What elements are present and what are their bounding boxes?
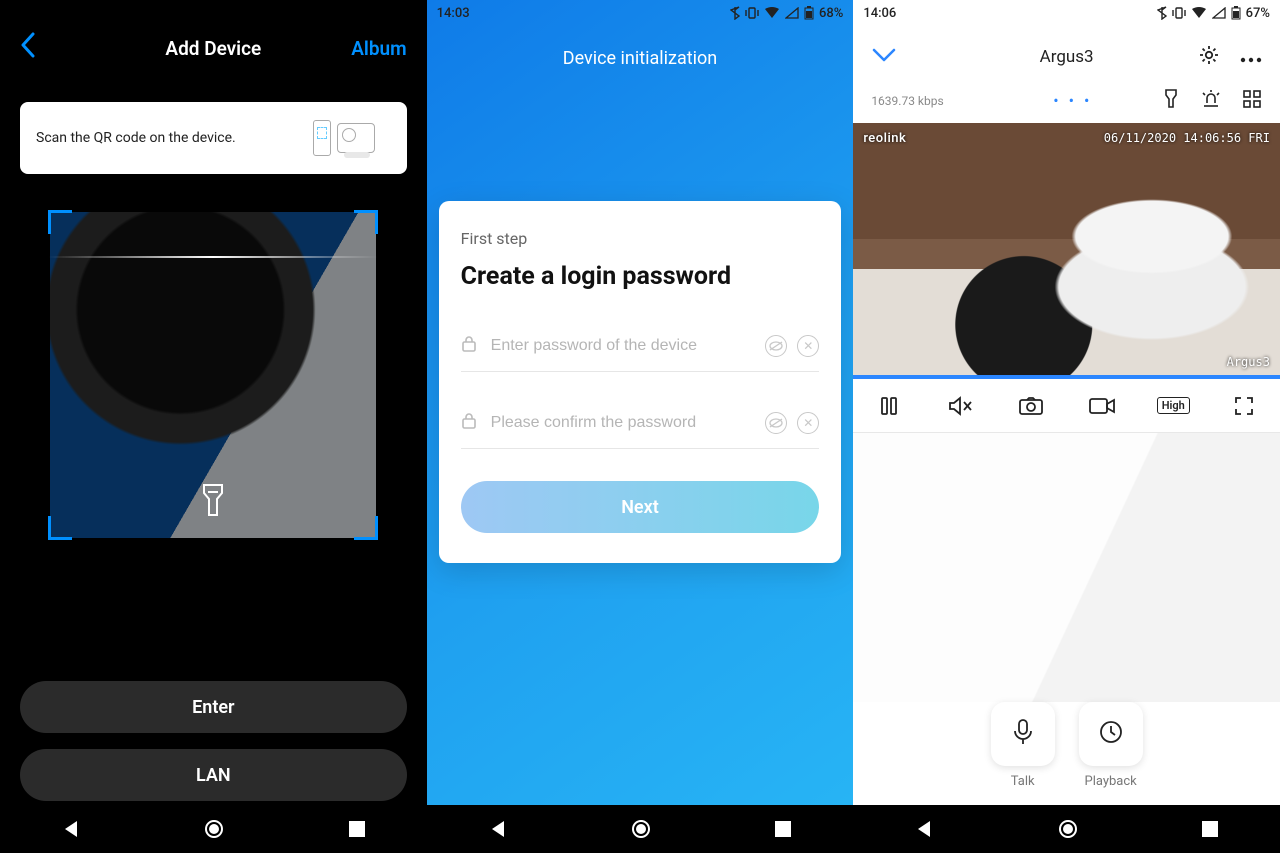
scan-tip-card: Scan the QR code on the device.	[20, 102, 407, 174]
nav-back-icon[interactable]	[914, 819, 934, 839]
vibrate-icon	[745, 7, 759, 19]
live-video[interactable]: reolink 06/11/2020 14:06:56 FRI Argus3	[853, 123, 1280, 379]
lock-icon	[461, 335, 479, 357]
control-bar: High	[853, 379, 1280, 433]
bitrate-label: 1639.73 kbps	[871, 94, 943, 108]
nav-recent-icon[interactable]	[348, 820, 366, 838]
tip-text: Scan the QR code on the device.	[36, 130, 236, 146]
status-battery: 68%	[819, 6, 843, 21]
nav-home-icon[interactable]	[1057, 818, 1079, 840]
nav-home-icon[interactable]	[630, 818, 652, 840]
lan-button[interactable]: LAN	[20, 749, 407, 801]
status-battery: 67%	[1246, 6, 1270, 21]
clear-input-icon[interactable]: ✕	[797, 412, 819, 434]
frame-corner-icon	[354, 516, 378, 540]
clear-input-icon[interactable]: ✕	[797, 335, 819, 357]
nav-home-icon[interactable]	[203, 818, 225, 840]
status-bar: 14:06 67%	[853, 0, 1280, 26]
pause-icon[interactable]	[869, 386, 909, 426]
status-bar: 14:03 68%	[427, 0, 854, 26]
lock-icon	[461, 412, 479, 434]
header: Add Device Album	[0, 0, 427, 84]
info-bar: 1639.73 kbps • • •	[853, 84, 1280, 123]
battery-icon	[1231, 6, 1241, 20]
tip-illustration-icon	[313, 116, 391, 160]
nav-back-icon[interactable]	[61, 819, 81, 839]
microphone-icon	[1011, 718, 1035, 750]
android-navbar	[427, 805, 854, 853]
next-button[interactable]: Next	[461, 481, 820, 533]
fullscreen-icon[interactable]	[1224, 386, 1264, 426]
camera-title: Argus3	[853, 47, 1280, 67]
mute-icon[interactable]	[940, 386, 980, 426]
playback-icon	[1098, 719, 1124, 749]
status-time: 14:06	[863, 6, 896, 21]
frame-corner-icon	[354, 210, 378, 234]
confirm-field-row: ✕	[461, 404, 820, 449]
battery-icon	[804, 6, 814, 20]
enter-button[interactable]: Enter	[20, 681, 407, 733]
record-icon[interactable]	[1082, 386, 1122, 426]
frame-corner-icon	[48, 210, 72, 234]
bluetooth-icon	[730, 6, 740, 20]
toggle-visibility-icon[interactable]	[765, 412, 787, 434]
signal-icon	[785, 7, 799, 19]
quality-button[interactable]: High	[1153, 386, 1193, 426]
wifi-icon	[764, 7, 780, 19]
overlay-brand: reolink	[863, 131, 906, 146]
nav-recent-icon[interactable]	[774, 820, 792, 838]
toggle-visibility-icon[interactable]	[765, 335, 787, 357]
overlay-camera-name: Argus3	[1227, 355, 1270, 369]
android-navbar	[853, 805, 1280, 853]
nav-recent-icon[interactable]	[1201, 820, 1219, 838]
playback-label: Playback	[1085, 774, 1137, 789]
header: Argus3	[853, 26, 1280, 84]
grid-view-icon[interactable]	[1242, 89, 1262, 112]
page-title: Device initialization	[427, 26, 854, 97]
flashlight-icon[interactable]	[198, 482, 228, 524]
confirm-password-input[interactable]	[491, 414, 754, 432]
password-field-row: ✕	[461, 327, 820, 372]
add-device-screen: Add Device Album Scan the QR code on the…	[0, 0, 427, 853]
vibrate-icon	[1172, 7, 1186, 19]
status-time: 14:03	[437, 6, 470, 21]
talk-action[interactable]: Talk	[991, 702, 1055, 789]
overlay-timestamp: 06/11/2020 14:06:56 FRI	[1104, 131, 1270, 145]
wifi-icon	[1191, 7, 1207, 19]
bluetooth-icon	[1157, 6, 1167, 20]
password-input[interactable]	[491, 337, 754, 355]
frame-corner-icon	[48, 516, 72, 540]
live-view-screen: 14:06 67% Argus3 1639.73 kbps • • •	[853, 0, 1280, 853]
talk-label: Talk	[1011, 774, 1035, 789]
playback-action[interactable]: Playback	[1079, 702, 1143, 789]
device-init-screen: 14:03 68% Device initialization First st…	[427, 0, 854, 853]
loading-dots-icon: • • •	[1053, 91, 1092, 110]
flashlight-icon[interactable]	[1162, 88, 1180, 113]
password-card: First step Create a login password ✕	[439, 201, 842, 563]
scan-line-icon	[48, 256, 378, 258]
content-area	[853, 433, 1280, 702]
siren-icon[interactable]	[1200, 89, 1222, 112]
android-navbar	[0, 805, 427, 853]
nav-back-icon[interactable]	[488, 819, 508, 839]
page-title: Add Device	[0, 37, 427, 60]
snapshot-icon[interactable]	[1011, 386, 1051, 426]
step-label: First step	[461, 229, 820, 248]
card-heading: Create a login password	[461, 262, 820, 291]
qr-viewfinder	[48, 210, 378, 540]
signal-icon	[1212, 7, 1226, 19]
